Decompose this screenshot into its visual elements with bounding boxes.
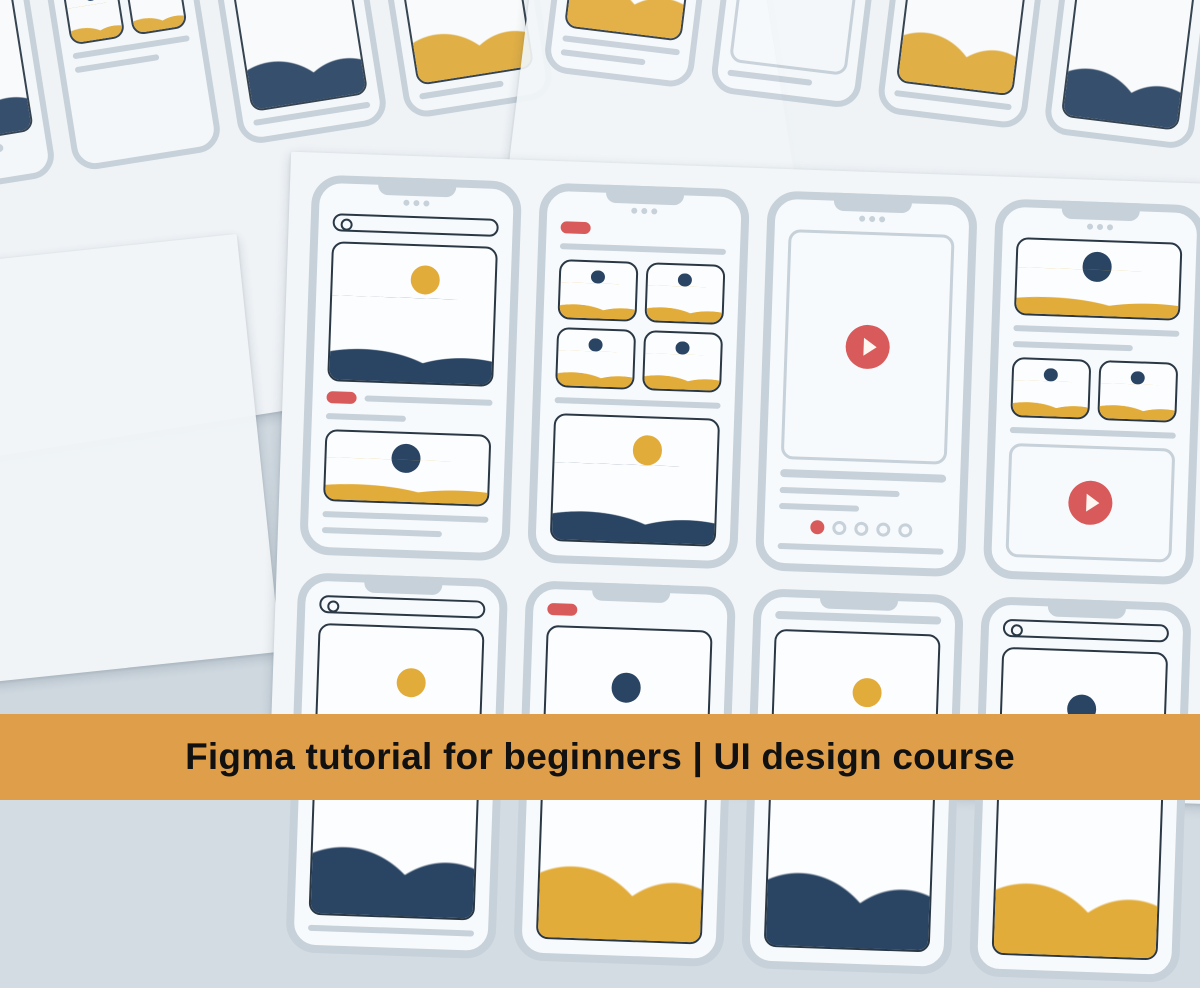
play-icon <box>845 324 891 370</box>
image-placeholder-icon <box>327 241 498 387</box>
video-placeholder <box>1005 443 1175 563</box>
image-placeholder-icon <box>1061 0 1200 131</box>
wireframe-card <box>1043 0 1200 151</box>
search-icon <box>1003 619 1170 643</box>
wireframe-card <box>983 198 1200 585</box>
image-placeholder-icon <box>386 0 534 86</box>
thumbnail-illustration <box>0 0 1200 800</box>
image-placeholder-icon <box>555 327 636 390</box>
search-icon <box>319 595 486 619</box>
wireframe-card <box>527 182 750 569</box>
image-placeholder-icon <box>550 413 720 547</box>
video-placeholder <box>781 229 955 465</box>
pill-accent <box>560 221 590 234</box>
image-placeholder-icon <box>0 0 34 149</box>
image-placeholder-icon <box>896 0 1040 96</box>
image-placeholder-icon <box>557 259 638 322</box>
wireframe-card <box>33 0 223 173</box>
wireframe-card <box>0 0 57 199</box>
image-placeholder-icon <box>1014 237 1183 321</box>
image-placeholder-icon <box>642 330 723 393</box>
play-icon <box>1068 480 1114 526</box>
image-placeholder-icon <box>644 262 725 325</box>
image-placeholder-icon <box>221 0 368 112</box>
wireframe-card <box>755 190 978 577</box>
wireframe-card <box>709 0 891 110</box>
image-placeholder-icon <box>124 0 188 36</box>
video-placeholder <box>729 0 873 76</box>
image-placeholder-icon <box>992 647 1169 961</box>
wireframe-sheet-left <box>0 234 281 706</box>
image-placeholder-icon <box>1097 360 1178 423</box>
image-placeholder-icon <box>323 429 491 507</box>
wireframe-card <box>542 0 724 89</box>
image-placeholder-icon <box>1010 357 1091 420</box>
pill-accent <box>326 391 356 404</box>
image-placeholder-icon <box>62 0 126 46</box>
title-banner: Figma tutorial for beginners | UI design… <box>0 714 1200 800</box>
pager-dots <box>778 519 944 539</box>
image-placeholder-icon <box>564 0 706 42</box>
search-icon <box>332 213 499 237</box>
wireframe-card <box>299 174 522 561</box>
wireframe-sheet-front <box>270 152 1200 809</box>
thumbnail-title: Figma tutorial for beginners | UI design… <box>185 736 1015 778</box>
wireframe-card <box>876 0 1058 130</box>
wireframe-card <box>199 0 389 146</box>
